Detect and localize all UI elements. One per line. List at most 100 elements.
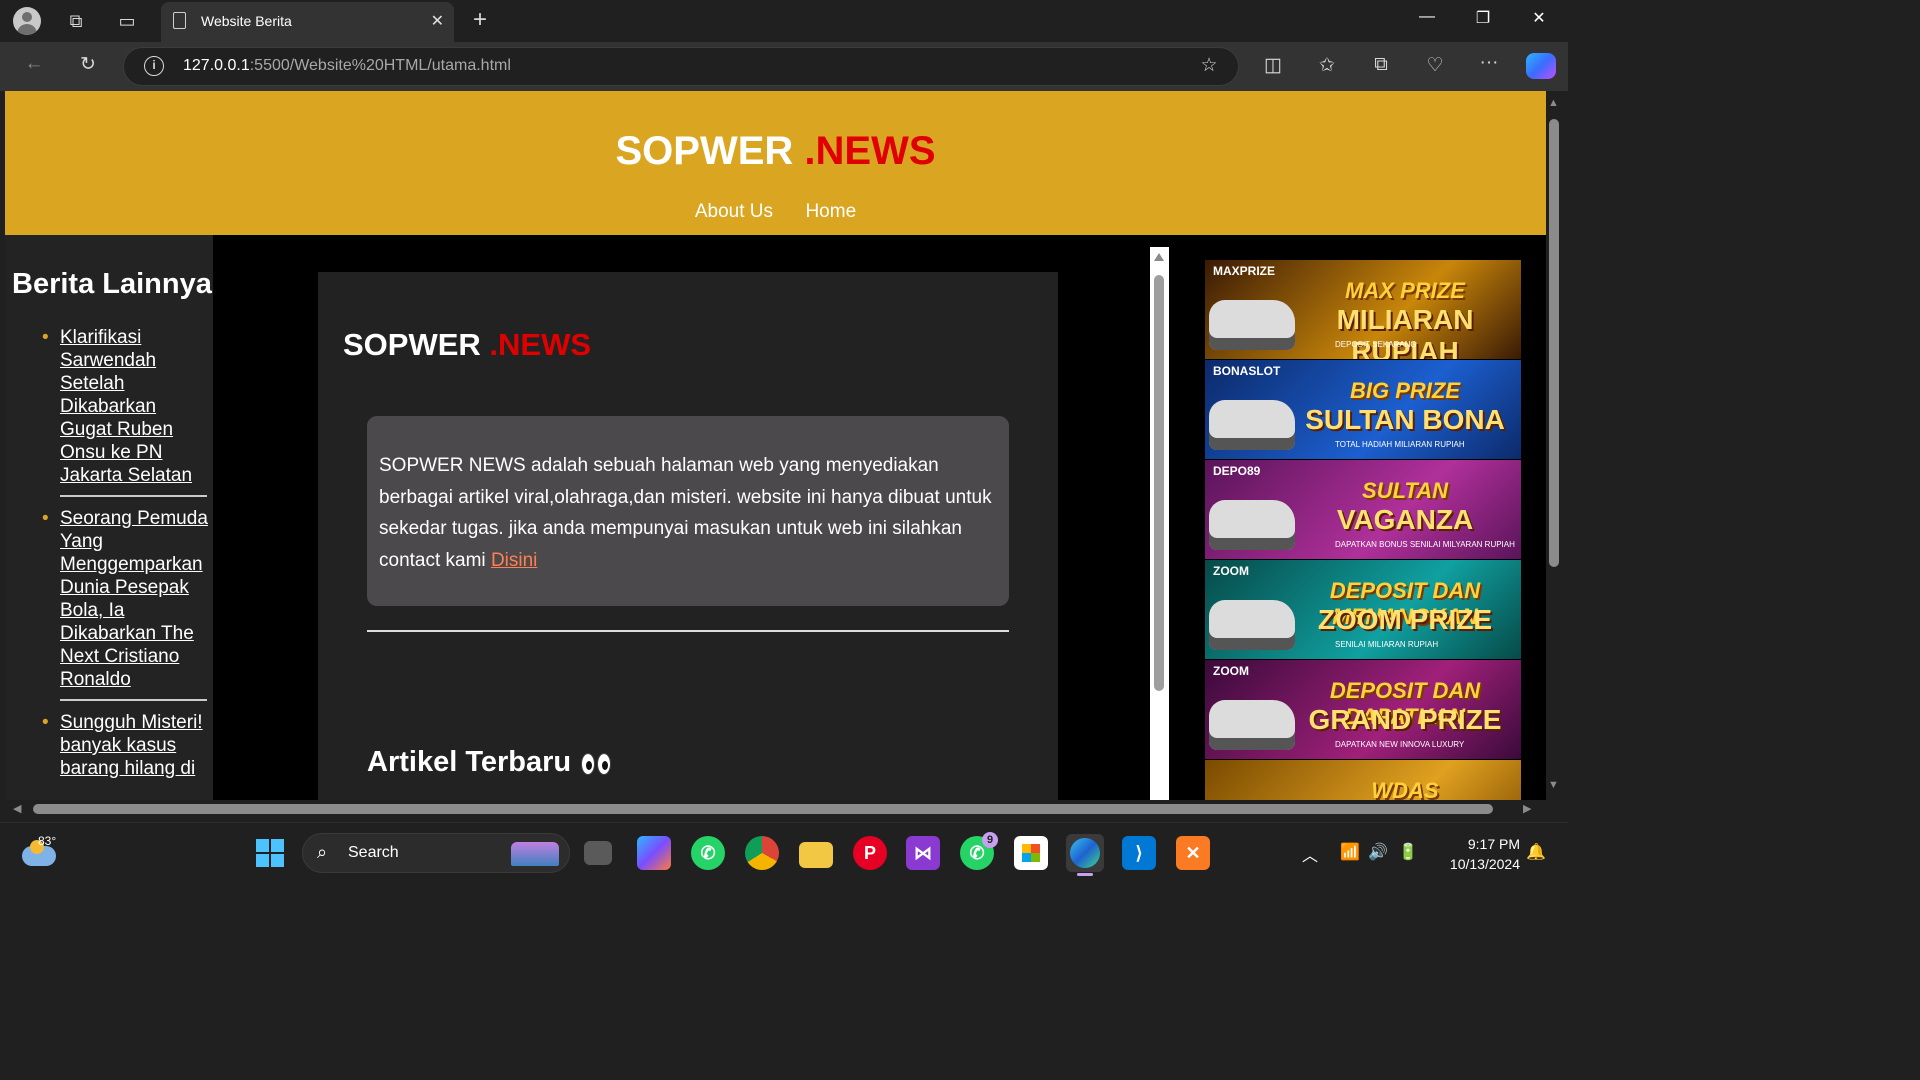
page-horizontal-scrollbar[interactable]: ◀ ▶ [5, 800, 1546, 818]
copilot-taskbar-icon[interactable] [637, 836, 671, 870]
back-icon[interactable]: ← [19, 53, 49, 75]
tab-title: Website Berita [201, 13, 292, 29]
refresh-icon[interactable]: ↻ [73, 53, 103, 76]
site-logo: SOPWER .NEWS [5, 129, 1546, 174]
ad-brand: MAXPRIZE [1213, 264, 1276, 278]
chrome-icon[interactable] [745, 836, 779, 870]
ad-subtext: DAPATKAN NEW INNOVA LUXURY [1335, 740, 1465, 749]
sidebar-news-list: Seorang Pemuda Yang Menggemparkan Dunia … [12, 507, 213, 691]
ad-brand: ZOOM [1213, 564, 1249, 578]
url-host: 127.0.0.1 [183, 57, 250, 74]
favorite-star-icon[interactable]: ☆ [1194, 54, 1224, 77]
main-brand-text: SOPWER [343, 327, 481, 362]
copilot-icon[interactable] [1526, 53, 1556, 79]
notification-bell-icon[interactable]: 🔔 [1526, 842, 1546, 862]
ad-brand: BONASLOT [1213, 364, 1281, 378]
site-header: SOPWER .NEWS About Us Home [5, 91, 1546, 235]
ad-banner-column: MAXPRIZE MAX PRIZE MILIARAN RUPIAH DEPOSIT … [1205, 260, 1521, 800]
split-screen-icon[interactable]: ◫ [1258, 54, 1288, 77]
ad-title: ZOOM PRIZE [1317, 604, 1493, 635]
logo-accent: .NEWS [804, 129, 936, 173]
sidebar: Berita Lainnya Klarifikasi Sarwendah Set… [5, 235, 213, 800]
ad-banner[interactable]: ZOOM DEPOSIT DAN DAPATKAN GRAND PRIZE DAPAT… [1205, 660, 1521, 759]
search-icon: ⌕ [317, 842, 328, 862]
nav-about-us[interactable]: About Us [695, 201, 773, 222]
page-vertical-scrollbar[interactable]: ▲ ▼ [1546, 91, 1568, 800]
whatsapp-business-icon[interactable]: ✆ 9 [960, 832, 998, 870]
browser-tab[interactable]: Website Berita ✕ [161, 2, 454, 42]
contact-link[interactable]: Disini [491, 550, 537, 571]
sidebar-news-link[interactable]: Sungguh Misteri! banyak kasus barang hil… [60, 712, 203, 779]
new-tab-button[interactable]: + [466, 6, 494, 34]
sidebar-news-link[interactable]: Klarifikasi Sarwendah Setelah Dikabarkan… [60, 327, 192, 486]
minimize-icon[interactable]: — [1412, 8, 1442, 26]
close-tab-icon[interactable]: ✕ [431, 11, 444, 31]
scroll-up-icon[interactable]: ▲ [1548, 97, 1559, 109]
ad-banner[interactable]: BONASLOT BIG PRIZE SULTAN BONA TOTAL HADIAH… [1205, 360, 1521, 459]
site-nav: About Us Home [5, 201, 1546, 223]
scroll-up-arrow-icon[interactable] [1154, 253, 1164, 261]
volume-icon[interactable]: 🔊 [1368, 842, 1388, 862]
ad-banner[interactable]: MAXPRIZE MAX PRIZE MILIARAN RUPIAH DEPOSIT … [1205, 260, 1521, 359]
weather-temp: 83° [38, 834, 57, 848]
visual-studio-icon[interactable]: ⋈ [906, 836, 940, 870]
page-viewport: SOPWER .NEWS About Us Home Berita Lainny… [5, 91, 1546, 800]
tab-actions-icon[interactable]: ▭ [113, 7, 141, 35]
vscode-icon[interactable]: ⟩ [1122, 836, 1156, 870]
vertical-scroll-thumb[interactable] [1549, 119, 1559, 567]
task-view-icon[interactable] [584, 841, 612, 865]
ad-brand: DEPO89 [1213, 464, 1261, 478]
ad-subtext: DEPOSIT SEKARANG [1335, 340, 1417, 349]
start-button[interactable] [256, 839, 284, 867]
scroll-right-icon[interactable]: ▶ [1523, 802, 1531, 815]
active-app-indicator [1077, 873, 1093, 876]
taskbar-search[interactable]: ⌕ Search [302, 833, 570, 873]
intro-paragraph: SOPWER NEWS adalah sebuah halaman web ya… [379, 450, 997, 576]
collections-icon[interactable]: ⧉ [1366, 54, 1396, 76]
favorites-icon[interactable]: ✩ [1312, 54, 1342, 77]
workspaces-icon[interactable]: ⧉ [62, 7, 90, 35]
page-icon [173, 12, 186, 29]
sidebar-heading: Berita Lainnya [12, 268, 212, 300]
car-image [1209, 400, 1295, 450]
edge-icon[interactable] [1066, 834, 1104, 872]
sidebar-news-link[interactable]: Seorang Pemuda Yang Menggemparkan Dunia … [60, 508, 208, 690]
microsoft-store-icon[interactable] [1014, 836, 1048, 870]
scroll-down-icon[interactable]: ▼ [1548, 779, 1559, 791]
battery-icon[interactable]: 🔋 [1398, 842, 1418, 862]
browser-title-bar: ⧉ ▭ Website Berita ✕ + — ❐ ✕ [0, 0, 1568, 42]
sidebar-news-item: Seorang Pemuda Yang Menggemparkan Dunia … [42, 507, 210, 691]
xampp-icon[interactable]: ✕ [1176, 836, 1210, 870]
frame-scroll-thumb[interactable] [1154, 275, 1164, 691]
url-text[interactable]: 127.0.0.1:5500/Website%20HTML/utama.html [183, 57, 511, 75]
pinterest-icon[interactable]: P [853, 836, 887, 870]
latest-articles-heading: Artikel Terbaru [367, 746, 613, 783]
ad-banner[interactable]: ZOOM DEPOSIT DAN MENANGKAN ZOOM PRIZE SENIL… [1205, 560, 1521, 659]
wifi-icon[interactable]: 📶 [1340, 842, 1360, 862]
show-hidden-icons[interactable]: ︿ [1302, 842, 1318, 866]
profile-avatar[interactable] [13, 7, 41, 35]
scroll-left-icon[interactable]: ◀ [13, 802, 21, 815]
eyes-emoji-icon [581, 750, 613, 783]
file-explorer-icon[interactable] [799, 842, 833, 868]
more-menu-icon[interactable]: ··· [1474, 52, 1504, 74]
ad-title: SULTAN BONA [1305, 404, 1505, 435]
site-info-icon[interactable]: i [144, 56, 164, 76]
latest-heading-text: Artikel Terbaru [367, 746, 572, 778]
frame-scrollbar[interactable] [1150, 247, 1169, 800]
ad-headline: SULTAN [1362, 478, 1448, 503]
ad-banner[interactable]: WDASDOORPRIZE [1205, 760, 1521, 800]
car-image [1209, 600, 1295, 650]
ad-banner[interactable]: DEPO89 SULTAN VAGANZA DAPATKAN BONUS SENILA… [1205, 460, 1521, 559]
horizontal-scroll-thumb[interactable] [33, 804, 1493, 814]
browser-essentials-icon[interactable]: ♡ [1420, 54, 1450, 77]
search-label: Search [348, 844, 399, 861]
ad-title: VAGANZA [1336, 504, 1474, 535]
clock-time: 9:17 PM [1467, 836, 1520, 852]
nav-home[interactable]: Home [805, 201, 856, 222]
close-window-icon[interactable]: ✕ [1524, 8, 1554, 28]
ad-title: GRAND PRIZE [1308, 704, 1502, 735]
restore-icon[interactable]: ❐ [1468, 8, 1498, 28]
whatsapp-icon[interactable]: ✆ [691, 836, 725, 870]
system-clock[interactable]: 9:17 PM 10/13/2024 [1430, 834, 1520, 874]
